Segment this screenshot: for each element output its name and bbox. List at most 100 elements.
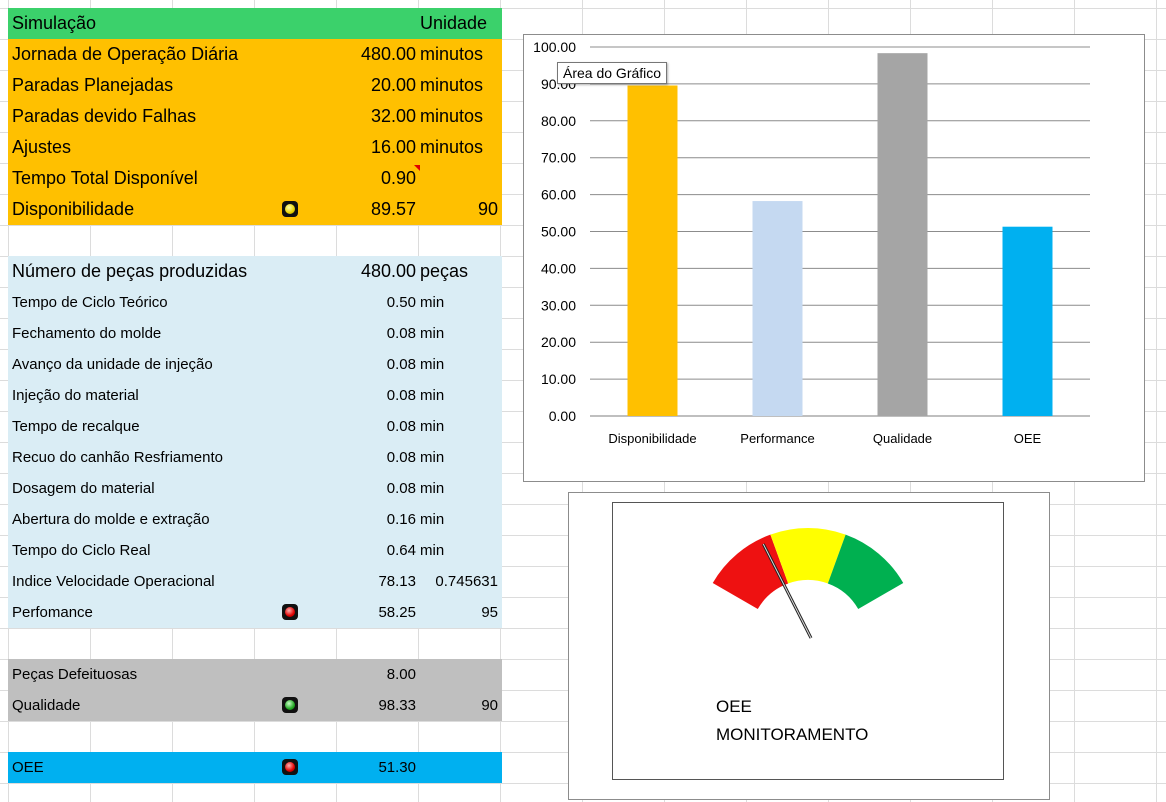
operation-unit: minutos xyxy=(420,75,484,95)
performance-unit: min xyxy=(420,387,445,404)
performance-label: Injeção do material xyxy=(12,387,139,404)
performance-label: Tempo de Ciclo Teórico xyxy=(12,294,168,311)
performance-value: 0.50 xyxy=(386,294,416,311)
performance-label: Avanço da unidade de injeção xyxy=(12,356,213,373)
quality-row[interactable]: Qualidade 98.33 90 xyxy=(8,690,502,721)
operation-target: 90 xyxy=(477,199,498,219)
bar-oee[interactable] xyxy=(1002,226,1053,416)
oee-row[interactable]: OEE 51.30 xyxy=(8,752,502,783)
blank-row[interactable] xyxy=(8,721,502,752)
performance-row[interactable]: Injeção do material 0.08 min xyxy=(8,380,502,411)
operation-row[interactable]: Disponibilidade 89.57 90 xyxy=(8,194,502,225)
performance-row[interactable]: Tempo de recalque 0.08 min xyxy=(8,411,502,442)
performance-target: 95 xyxy=(481,604,498,621)
operation-value: 480.00 xyxy=(360,44,416,64)
performance-unit: min xyxy=(420,542,445,559)
bar-chart[interactable]: 0.00 10.00 20.00 30.00 40.00 50.00 60.00 70.00 8… xyxy=(523,34,1145,482)
gauge-title: OEE xyxy=(716,697,752,716)
performance-row[interactable]: Número de peças produzidas 480.00 peças xyxy=(8,256,502,287)
blank-row[interactable] xyxy=(8,628,502,659)
performance-label: Dosagem do material xyxy=(12,480,155,497)
x-category-label: Performance xyxy=(740,431,814,446)
operation-label: Jornada de Operação Diária xyxy=(12,44,239,64)
operation-row[interactable]: Paradas devido Falhas 32.00 minutos xyxy=(8,101,502,132)
performance-value: 0.08 xyxy=(386,387,416,404)
performance-value: 0.08 xyxy=(386,356,416,373)
operation-label: Tempo Total Disponível xyxy=(12,168,198,188)
operation-unit: minutos xyxy=(420,106,484,126)
performance-label: Número de peças produzidas xyxy=(12,261,248,281)
performance-value: 0.08 xyxy=(386,325,416,342)
performance-row[interactable]: Fechamento do molde 0.08 min xyxy=(8,318,502,349)
y-tick-label: 100.00 xyxy=(533,39,576,55)
oee-status-light-icon xyxy=(282,759,298,775)
performance-row[interactable]: Indice Velocidade Operacional 78.13 0.7456… xyxy=(8,566,502,597)
quality-row[interactable]: Peças Defeituosas 8.00 xyxy=(8,659,502,690)
operation-value: 0.90 xyxy=(380,168,416,188)
performance-unit: min xyxy=(420,356,445,373)
quality-label: Peças Defeituosas xyxy=(12,666,138,683)
x-category-label: OEE xyxy=(1014,431,1042,446)
performance-label: Abertura do molde e extração xyxy=(12,511,210,528)
y-tick-label: 50.00 xyxy=(541,224,576,240)
performance-label: Fechamento do molde xyxy=(12,325,162,342)
y-tick-label: 70.00 xyxy=(541,150,576,166)
y-tick-label: 20.00 xyxy=(541,334,576,350)
performance-row[interactable]: Dosagem do material 0.08 min xyxy=(8,473,502,504)
performance-row[interactable]: Perfomance 58.25 95 xyxy=(8,597,502,628)
operation-unit: minutos xyxy=(420,137,484,157)
quality-value: 8.00 xyxy=(386,666,416,683)
y-tick-label: 40.00 xyxy=(541,260,576,276)
operation-label: Disponibilidade xyxy=(12,199,135,219)
operation-value: 32.00 xyxy=(370,106,416,126)
table-header-row[interactable]: Simulação Unidade xyxy=(8,8,502,39)
performance-unit: min xyxy=(420,449,445,466)
performance-value: 0.08 xyxy=(386,449,416,466)
performance-row[interactable]: Tempo de Ciclo Teórico 0.50 min xyxy=(8,287,502,318)
comment-marker-icon[interactable] xyxy=(414,165,420,171)
operation-label: Paradas devido Falhas xyxy=(12,106,197,126)
y-tick-label: 80.00 xyxy=(541,113,576,129)
quality-target: 90 xyxy=(481,697,498,714)
chart-area-tooltip: Área do Gráfico xyxy=(557,62,668,84)
performance-unit: min xyxy=(420,294,445,311)
oee-label: OEE xyxy=(12,759,44,776)
performance-row[interactable]: Tempo do Ciclo Real 0.64 min xyxy=(8,535,502,566)
performance-unit: min xyxy=(420,418,445,435)
operation-row[interactable]: Ajustes 16.00 minutos xyxy=(8,132,502,163)
performance-label: Tempo de recalque xyxy=(12,418,140,435)
performance-value: 0.08 xyxy=(386,480,416,497)
status-light-icon xyxy=(282,201,298,217)
performance-unit: peças xyxy=(420,261,469,281)
performance-label: Tempo do Ciclo Real xyxy=(12,542,151,559)
operation-row[interactable]: Jornada de Operação Diária 480.00 minutos xyxy=(8,39,502,70)
bar-performance[interactable] xyxy=(752,201,803,416)
performance-label: Perfomance xyxy=(12,604,93,621)
performance-value: 480.00 xyxy=(360,261,416,281)
bar-chart-svg: 0.00 10.00 20.00 30.00 40.00 50.00 60.00 70.00 8… xyxy=(533,39,1090,446)
status-light-icon xyxy=(282,604,298,620)
status-light-icon xyxy=(282,697,298,713)
operation-row[interactable]: Paradas Planejadas 20.00 minutos xyxy=(8,70,502,101)
y-tick-label: 30.00 xyxy=(541,297,576,313)
operation-row[interactable]: Tempo Total Disponível 0.90 xyxy=(8,163,502,194)
bar-qualidade[interactable] xyxy=(877,53,928,417)
oee-value: 51.30 xyxy=(378,759,416,776)
blank-row[interactable] xyxy=(8,225,502,256)
performance-unit: min xyxy=(420,325,445,342)
performance-value: 0.16 xyxy=(386,511,416,528)
performance-unit: 0.745631 xyxy=(435,573,498,590)
performance-row[interactable]: Abertura do molde e extração 0.16 min xyxy=(8,504,502,535)
bar-disponibilidade[interactable] xyxy=(627,85,678,416)
performance-value: 0.08 xyxy=(386,418,416,435)
performance-row[interactable]: Avanço da unidade de injeção 0.08 min xyxy=(8,349,502,380)
performance-value: 78.13 xyxy=(378,573,416,590)
simulation-table: Simulação Unidade Jornada de Operação Di… xyxy=(8,8,502,783)
y-tick-label: 0.00 xyxy=(549,408,576,424)
gauge-subtitle: MONITORAMENTO xyxy=(716,725,869,744)
y-tick-label: 10.00 xyxy=(541,371,576,387)
performance-label: Indice Velocidade Operacional xyxy=(12,573,215,590)
quality-label: Qualidade xyxy=(12,697,81,714)
performance-row[interactable]: Recuo do canhão Resfriamento 0.08 min xyxy=(8,442,502,473)
header-label: Simulação xyxy=(12,13,97,33)
